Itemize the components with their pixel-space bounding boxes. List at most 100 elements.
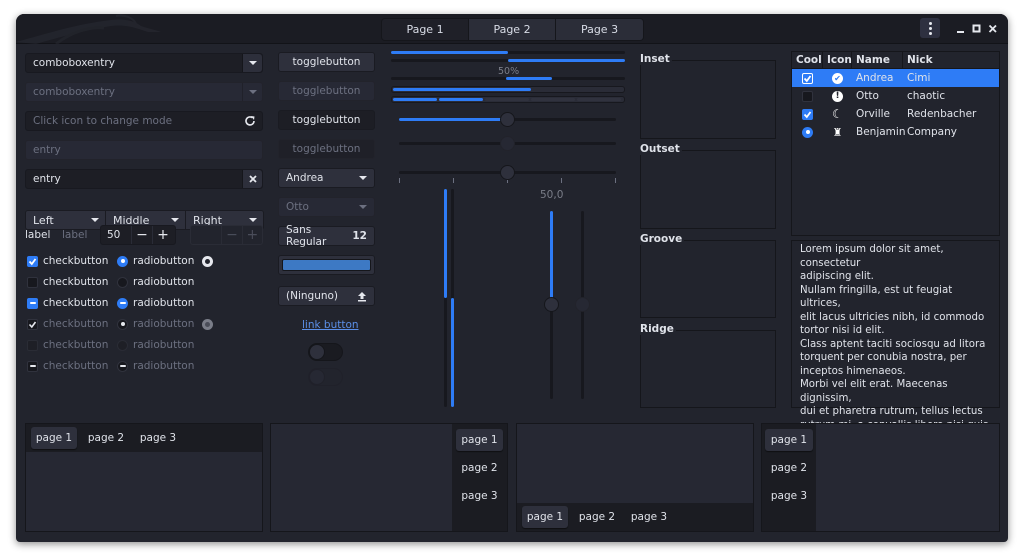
hscale-2-knob-disabled (499, 136, 515, 151)
text-view-line: inceptos himenaeos. (800, 365, 906, 377)
spin-decrement-button[interactable]: − (131, 226, 152, 244)
minimize-button[interactable] (954, 22, 968, 36)
tree-view: Cool Icon Name Nick ✔ Andrea Cimi ! Otto… (791, 51, 1000, 236)
vscale-1-knob[interactable] (544, 297, 559, 312)
notebook-tab-page-2[interactable]: page 2 (456, 457, 503, 479)
text-view-line: dui et pharetra rutrum, tellus lectus (800, 406, 983, 417)
notebook-tab-page-3[interactable]: page 3 (765, 485, 813, 507)
frame-ridge (640, 330, 776, 408)
chevron-down-icon (359, 176, 367, 180)
entry-field[interactable]: entry (25, 169, 263, 189)
switch-off[interactable] (308, 343, 343, 361)
spin-button[interactable]: 50 − + (100, 225, 176, 245)
notebook-tab-page-1[interactable]: page 1 (456, 429, 503, 451)
notebook-tab-page-2[interactable]: page 2 (765, 457, 813, 479)
scale-tick (453, 178, 454, 183)
link-button[interactable]: link button (302, 319, 359, 331)
row-name: Andrea (856, 72, 894, 84)
radio-checked-icon[interactable] (802, 126, 813, 138)
spin-increment-button[interactable]: + (152, 226, 173, 244)
combo-left[interactable]: Left (26, 211, 106, 229)
combobox-dropdown-button-disabled (242, 83, 262, 101)
progress-label: 50% (498, 66, 520, 77)
stack-page-1-button[interactable]: Page 1 (382, 19, 469, 40)
column-header-name[interactable]: Name (852, 52, 903, 68)
file-chooser-button[interactable]: (Ninguno) (278, 286, 375, 306)
checkbox-checked-icon[interactable] (802, 108, 813, 120)
notebook-tab-strip: page 1 page 2 page 3 (452, 424, 507, 531)
hscale-1-knob[interactable] (499, 112, 515, 127)
radio-unchecked-icon (117, 276, 128, 288)
notebook-tab-page-2[interactable]: page 2 (83, 427, 129, 449)
checkbutton-checked[interactable]: checkbutton (27, 255, 108, 267)
radiobutton-label: radiobutton (133, 255, 195, 267)
togglebutton-3-active[interactable]: togglebutton (278, 110, 375, 130)
level-bar-block (485, 98, 529, 101)
notebook-tab-page-1[interactable]: page 1 (522, 506, 568, 528)
combobox-value: Andrea (286, 172, 324, 184)
radio-standalone[interactable] (202, 256, 213, 267)
checkbutton-label: checkbutton (43, 276, 109, 288)
togglebutton-1[interactable]: togglebutton (278, 52, 375, 72)
refresh-icon[interactable] (244, 115, 256, 130)
checkbutton-unchecked[interactable]: checkbutton (27, 276, 108, 288)
column-header-cool[interactable]: Cool (792, 52, 823, 68)
progress-bar-3-pulse (391, 77, 625, 80)
chevron-down-icon (91, 218, 99, 222)
level-bar-discrete (391, 96, 625, 103)
radiobutton-inconsistent[interactable]: radiobutton (117, 297, 194, 309)
stack-page-3-button[interactable]: Page 3 (556, 19, 643, 40)
tree-row[interactable]: ! Otto chaotic (792, 87, 999, 105)
notebook-tab-page-3[interactable]: page 3 (135, 427, 181, 449)
progress-bar-4 (391, 86, 625, 93)
frame-inset-label: Inset (640, 53, 672, 65)
primary-menu-button[interactable] (920, 18, 940, 38)
radiobutton-checked[interactable]: radiobutton (117, 255, 194, 267)
combobox-andrea[interactable]: Andrea (278, 168, 375, 188)
progress-bar-2-inverted (391, 59, 625, 62)
stack-page-2-button[interactable]: Page 2 (469, 19, 556, 40)
notebook-tab-page-1[interactable]: page 1 (765, 429, 813, 451)
combobox-entry[interactable]: comboboxentry (25, 53, 263, 73)
notebook-tab-page-3[interactable]: page 3 (626, 506, 672, 528)
scale-tick (615, 178, 616, 183)
hscale-1-fill (399, 118, 508, 121)
close-button[interactable] (986, 22, 1000, 36)
column-header-icon[interactable]: Icon (823, 52, 852, 68)
hscale-3-knob[interactable] (499, 165, 515, 180)
tree-row[interactable]: ☾ Orville Redenbacher (792, 105, 999, 123)
header-bar: Page 1 Page 2 Page 3 (16, 14, 1008, 44)
text-view-line: Nullam fringilla, est ut feugiat ultrice… (800, 284, 953, 310)
close-icon (988, 24, 997, 33)
vlevel-1-fill (444, 189, 447, 298)
vscale-1-fill (550, 211, 553, 305)
tree-row[interactable]: ♜ Benjamin Company (792, 123, 999, 141)
checkbox-mixed-icon (27, 297, 38, 309)
combobox-dropdown-button[interactable] (242, 54, 262, 72)
tree-row[interactable]: ✔ Andrea Cimi (792, 69, 999, 87)
radiobutton-unchecked[interactable]: radiobutton (117, 276, 194, 288)
checkbox-unchecked-icon[interactable] (802, 90, 813, 102)
checkbutton-inconsistent[interactable]: checkbutton (27, 297, 108, 309)
column-header-nick[interactable]: Nick (903, 52, 999, 68)
maximize-button[interactable] (970, 22, 984, 36)
font-button[interactable]: Sans Regular 12 (278, 224, 375, 248)
text-view[interactable]: Lorem ipsum dolor sit amet, consectetur a… (791, 240, 1000, 444)
switch-knob (309, 344, 325, 360)
frame-groove-label: Groove (640, 233, 685, 245)
notebook-tabs-right: page 1 page 2 page 3 (270, 423, 508, 532)
notebook-tab-page-1[interactable]: page 1 (31, 427, 77, 449)
checkmark-circle-icon: ✔ (832, 72, 843, 84)
progress-fill (391, 51, 508, 54)
radio-dot-icon (205, 259, 210, 264)
checkbox-unchecked-icon (27, 276, 38, 288)
color-button[interactable] (278, 255, 375, 275)
notebook-tab-page-2[interactable]: page 2 (574, 506, 620, 528)
entry-field-text: entry (33, 173, 61, 185)
notebook-tab-page-3[interactable]: page 3 (456, 485, 503, 507)
checkbox-checked-icon[interactable] (802, 72, 813, 84)
mode-entry[interactable]: Click icon to change mode (25, 111, 263, 131)
text-view-line: Morbi vel elit erat. Maecenas dignissim, (800, 379, 948, 404)
checkbutton-label: checkbutton (43, 255, 109, 267)
clear-entry-button[interactable] (242, 170, 262, 188)
